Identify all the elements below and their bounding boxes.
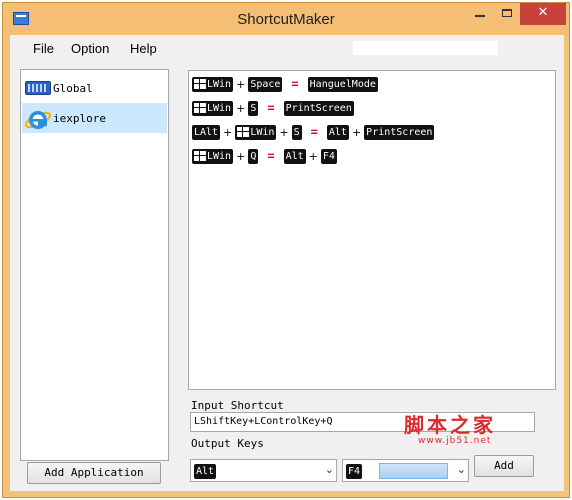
- rule-row[interactable]: LWin + Q = Alt + F4: [192, 148, 337, 164]
- maximize-icon: [501, 9, 512, 17]
- key-chip: F4: [346, 464, 363, 479]
- minimize-icon: [474, 15, 485, 17]
- equals-sign: =: [267, 101, 275, 115]
- key-chip: PrintScreen: [283, 100, 354, 116]
- application-list[interactable]: Global iexplore: [20, 69, 169, 461]
- windows-logo-icon: [194, 103, 206, 113]
- windows-logo-icon: [194, 79, 206, 89]
- close-icon: ✕: [537, 5, 549, 20]
- plus-sign: +: [279, 125, 289, 139]
- key-chip: Space: [248, 76, 283, 92]
- windows-logo-icon: [237, 127, 250, 137]
- key-chip: LWin: [192, 148, 234, 164]
- plus-sign: +: [223, 125, 233, 139]
- keyboard-icon: [25, 81, 51, 95]
- plus-sign: +: [308, 149, 318, 163]
- plus-sign: +: [236, 149, 246, 163]
- output-key-1-select[interactable]: Alt ⌄: [190, 459, 337, 482]
- windows-logo-icon: [194, 151, 206, 161]
- key-chip: HanguelMode: [307, 76, 378, 92]
- menu-blank-area: [353, 41, 498, 55]
- key-chip: LAlt: [192, 124, 221, 140]
- key-chip: Alt: [283, 148, 306, 164]
- app-item-iexplore[interactable]: iexplore: [22, 103, 167, 133]
- rule-row[interactable]: LAlt + LWin + S = Alt + PrintScreen: [192, 124, 435, 140]
- close-button[interactable]: ✕: [520, 3, 566, 25]
- key-chip: F4: [320, 148, 337, 164]
- output-key-2-select[interactable]: F4 ⌄: [342, 459, 469, 482]
- title-bar[interactable]: ShortcutMaker ✕: [3, 3, 569, 35]
- add-button[interactable]: Add: [474, 455, 534, 477]
- selection-highlight: [379, 463, 448, 479]
- menu-bar: File Option Help: [10, 35, 564, 61]
- plus-sign: +: [236, 77, 246, 91]
- plus-sign: +: [351, 125, 362, 139]
- equals-sign: =: [310, 125, 318, 139]
- input-shortcut-label: Input Shortcut: [191, 399, 284, 412]
- rule-row[interactable]: LWin + S = PrintScreen: [192, 100, 354, 116]
- chevron-down-icon: ⌄: [456, 463, 466, 476]
- output-keys-label: Output Keys: [191, 437, 264, 450]
- key-chip: S: [248, 100, 259, 116]
- watermark-url: www.jb51.net: [418, 436, 492, 446]
- key-chip: Q: [248, 148, 259, 164]
- equals-sign: =: [267, 149, 275, 163]
- internet-explorer-icon: [24, 111, 52, 129]
- shortcut-rules-panel[interactable]: LWin + Space = HanguelMode LWin + S = Pr…: [188, 70, 556, 390]
- plus-sign: +: [236, 101, 246, 115]
- watermark-logo: 脚本之家: [404, 413, 496, 437]
- minimize-button[interactable]: [466, 3, 493, 25]
- key-chip: LWin: [192, 100, 234, 116]
- menu-file[interactable]: File: [33, 41, 54, 56]
- key-chip: PrintScreen: [364, 124, 435, 140]
- equals-sign: =: [291, 77, 299, 91]
- app-item-global[interactable]: Global: [22, 73, 167, 103]
- key-chip: S: [291, 124, 302, 140]
- key-chip: Alt: [194, 464, 217, 479]
- maximize-button[interactable]: [493, 3, 520, 25]
- app-item-label: iexplore: [53, 112, 106, 125]
- key-chip: LWin: [235, 124, 277, 140]
- add-application-button[interactable]: Add Application: [27, 462, 161, 484]
- key-chip: LWin: [192, 76, 234, 92]
- rule-row[interactable]: LWin + Space = HanguelMode: [192, 76, 378, 92]
- menu-option[interactable]: Option: [71, 41, 109, 56]
- chevron-down-icon: ⌄: [324, 463, 334, 476]
- menu-help[interactable]: Help: [130, 41, 157, 56]
- key-chip: Alt: [326, 124, 349, 140]
- app-item-label: Global: [53, 82, 93, 95]
